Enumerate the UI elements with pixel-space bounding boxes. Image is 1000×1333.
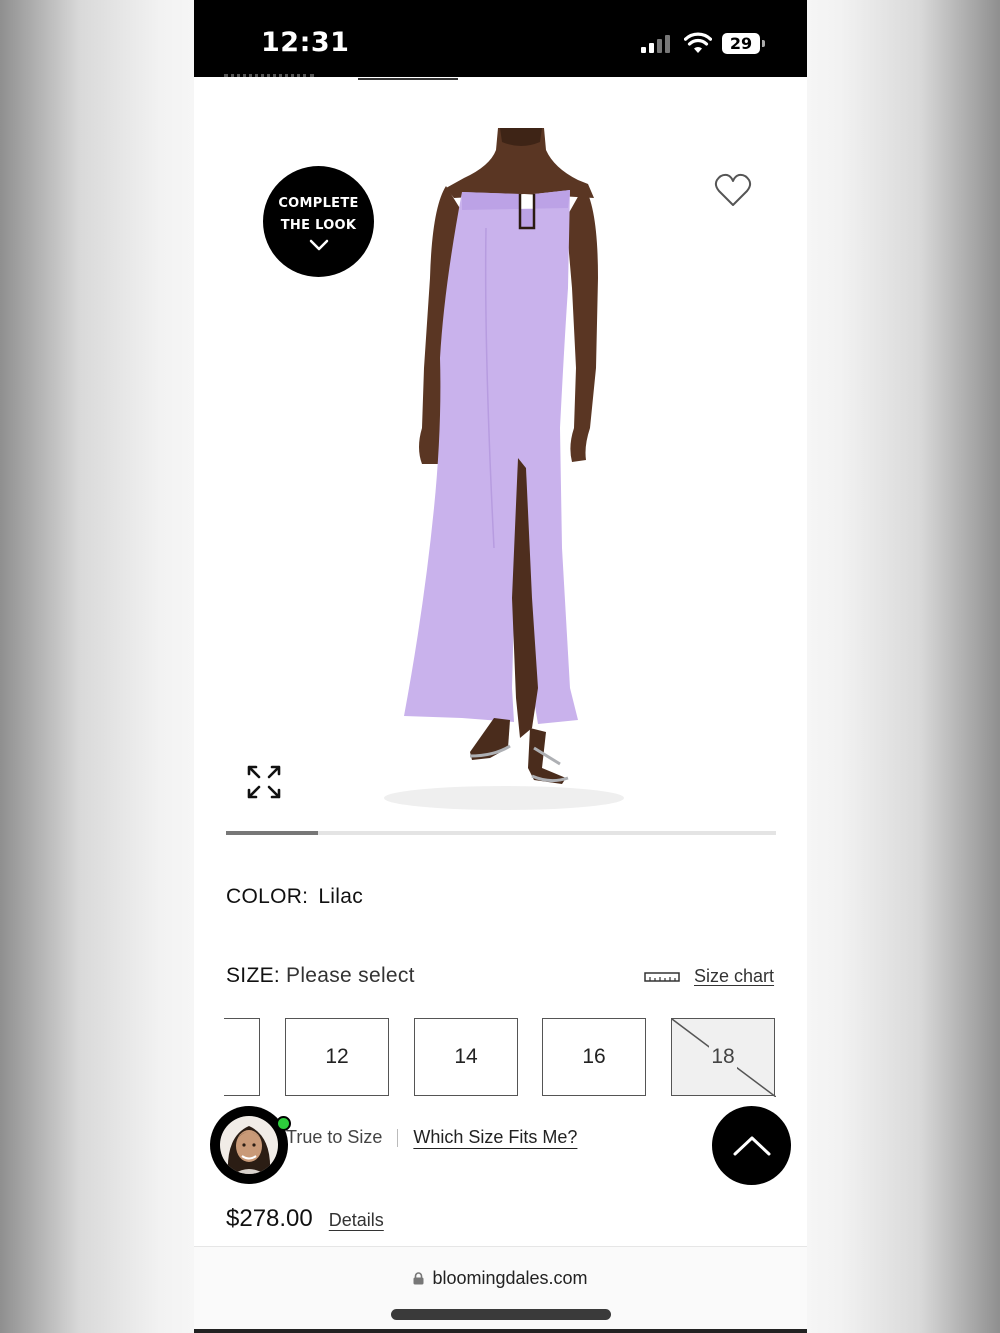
url-display[interactable]: bloomingdales.com <box>194 1268 807 1289</box>
chevron-down-icon <box>309 239 328 250</box>
size-selection: SIZE: Please select <box>226 964 415 988</box>
online-status-dot <box>276 1116 291 1131</box>
price-row: $278.00 Details <box>226 1205 384 1233</box>
expand-icon[interactable] <box>244 762 284 802</box>
size-option-label: 18 <box>709 1045 737 1069</box>
size-chart-link[interactable]: Size chart <box>644 966 774 987</box>
cellular-signal-icon <box>641 35 670 53</box>
avatar <box>220 1116 278 1174</box>
size-value: Please select <box>286 964 415 987</box>
heart-icon[interactable] <box>714 172 752 208</box>
size-option-14[interactable]: 14 <box>414 1018 518 1096</box>
size-option-partial[interactable] <box>224 1018 260 1096</box>
price: $278.00 <box>226 1205 313 1232</box>
image-carousel-progress-fill <box>226 831 318 835</box>
image-carousel-progress <box>226 831 776 835</box>
size-label: SIZE: <box>226 964 281 987</box>
fit-info: True to Size Which Size Fits Me? <box>286 1127 577 1148</box>
size-option-label: 14 <box>454 1045 478 1068</box>
chevron-up-icon <box>733 1136 770 1155</box>
complete-look-line2: THE LOOK <box>280 217 357 233</box>
size-option-12[interactable]: 12 <box>285 1018 389 1096</box>
complete-the-look-button[interactable]: COMPLETE THE LOOK <box>263 166 374 277</box>
phone-screen: 12:31 29 COMPLETE THE LOOK COLOR: Lilac … <box>194 0 807 1333</box>
status-bar: 12:31 29 <box>194 0 807 77</box>
status-time: 12:31 <box>261 27 350 58</box>
size-option-18-unavailable[interactable]: 18 <box>671 1018 776 1097</box>
size-option-16[interactable]: 16 <box>542 1018 646 1096</box>
size-option-label: 12 <box>325 1045 349 1068</box>
which-size-fits-link[interactable]: Which Size Fits Me? <box>413 1127 577 1148</box>
lock-icon <box>413 1272 424 1285</box>
home-indicator[interactable] <box>391 1309 611 1320</box>
color-selection: COLOR: Lilac <box>226 885 363 909</box>
size-chart-label: Size chart <box>694 966 775 986</box>
color-label: COLOR: <box>226 885 309 908</box>
url-text: bloomingdales.com <box>432 1268 588 1288</box>
stylist-avatar-button[interactable] <box>210 1106 291 1184</box>
screen-bottom-edge <box>194 1329 807 1333</box>
browser-address-bar[interactable]: bloomingdales.com <box>194 1246 807 1333</box>
details-link[interactable]: Details <box>329 1210 384 1231</box>
complete-look-line1: COMPLETE <box>278 195 359 211</box>
previous-section-edge <box>224 74 464 82</box>
true-to-size-text: True to Size <box>286 1127 383 1147</box>
battery-icon: 29 <box>722 33 765 54</box>
size-option-label: 16 <box>582 1045 606 1068</box>
wifi-icon <box>684 32 712 53</box>
divider <box>397 1128 399 1147</box>
ruler-icon <box>644 971 680 982</box>
color-value: Lilac <box>318 885 364 908</box>
back-to-top-button[interactable] <box>712 1106 791 1185</box>
